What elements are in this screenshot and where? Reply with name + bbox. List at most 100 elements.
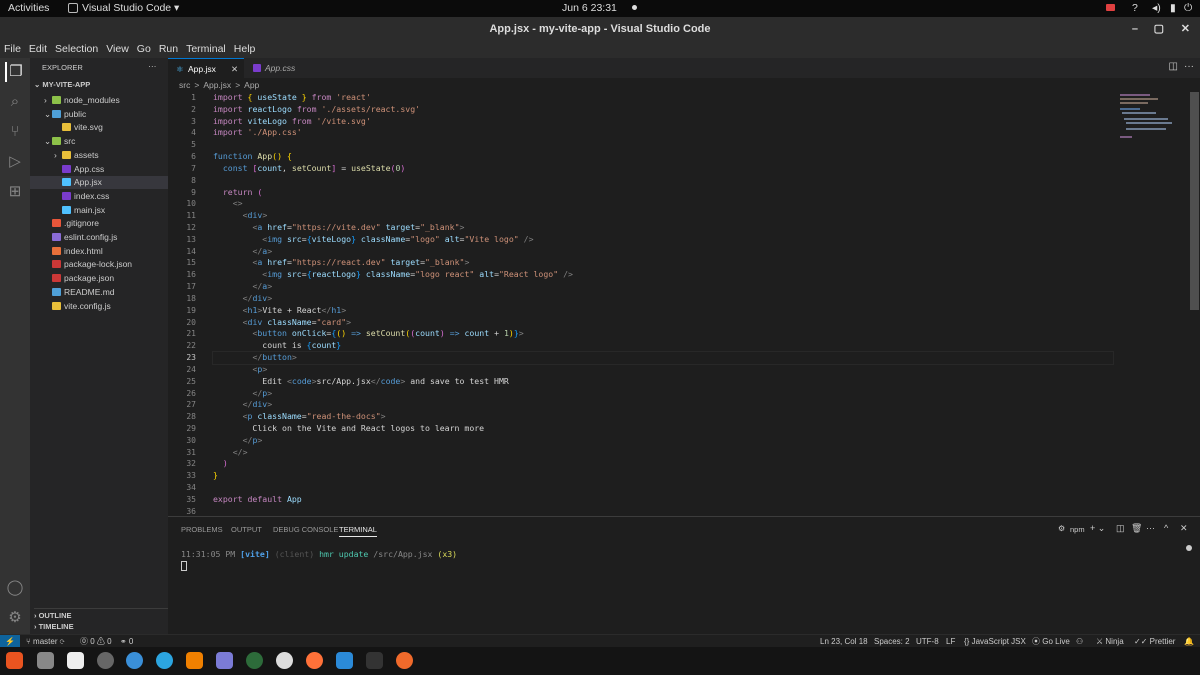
files-icon[interactable] — [37, 652, 54, 669]
vlc-icon[interactable] — [186, 652, 203, 669]
code-line[interactable]: return ( — [213, 187, 262, 199]
menu-view[interactable]: View — [102, 41, 133, 55]
tree-item-eslint-config-js[interactable]: eslint.config.js — [30, 231, 168, 244]
recording-icon[interactable] — [1106, 4, 1115, 11]
code-line[interactable]: </a> — [213, 281, 272, 293]
code-line[interactable]: <a href="https://vite.dev" target="_blan… — [213, 222, 464, 234]
tree-item-main-jsx[interactable]: main.jsx — [30, 204, 168, 217]
tab-app-css[interactable]: App.css — [245, 58, 323, 78]
terminal-cursor[interactable] — [181, 561, 187, 571]
terminal-app-icon[interactable] — [366, 652, 383, 669]
tree-item--gitignore[interactable]: .gitignore — [30, 217, 168, 230]
outline-section[interactable]: › OUTLINE — [34, 608, 168, 620]
terminal-list-icon[interactable] — [1186, 545, 1192, 551]
network-icon[interactable]: ? — [1132, 2, 1138, 14]
tree-item-index-html[interactable]: index.html — [30, 245, 168, 258]
code-line[interactable]: function App() { — [213, 151, 292, 163]
code-line[interactable]: </a> — [213, 246, 272, 258]
menu-edit[interactable]: Edit — [25, 41, 51, 55]
more-actions-icon[interactable]: ··· — [1146, 523, 1155, 533]
code-line[interactable]: <a href="https://react.dev" target="_bla… — [213, 257, 469, 269]
postman-icon[interactable] — [396, 652, 413, 669]
vscode-icon[interactable] — [336, 652, 353, 669]
split-terminal-icon[interactable]: ◫ — [1116, 523, 1125, 534]
panel-tab-terminal[interactable]: TERMINAL — [339, 525, 377, 537]
settings-gear-icon[interactable]: ⚙ — [5, 608, 25, 628]
tree-item-vite-config-js[interactable]: vite.config.js — [30, 300, 168, 313]
tree-item-public[interactable]: ⌄ public — [30, 108, 168, 121]
menu-go[interactable]: Go — [133, 41, 155, 55]
code-line[interactable]: count is {count} — [213, 340, 341, 352]
trash-icon[interactable]: 🗑 — [1131, 523, 1142, 534]
source-control-icon[interactable]: ⑂ — [5, 122, 25, 142]
code-line[interactable]: import { useState } from 'react' — [213, 92, 371, 104]
code-line[interactable]: <div className="card"> — [213, 317, 351, 329]
menu-help[interactable]: Help — [230, 41, 260, 55]
split-editor-icon[interactable]: ◫ — [1169, 61, 1178, 72]
panel-tab-problems[interactable]: PROBLEMS — [181, 525, 223, 534]
code-line[interactable]: <img src={viteLogo} className="logo" alt… — [213, 234, 533, 246]
panel-tab-output[interactable]: OUTPUT — [231, 525, 262, 534]
code-line[interactable]: <img src={reactLogo} className="logo rea… — [213, 269, 573, 281]
tree-item-index-css[interactable]: index.css — [30, 190, 168, 203]
code-line[interactable]: const [count, setCount] = useState(0) — [213, 163, 405, 175]
code-line[interactable]: ) — [213, 458, 228, 470]
menu-terminal[interactable]: Terminal — [182, 41, 230, 55]
menu-run[interactable]: Run — [155, 41, 182, 55]
ubuntu-icon[interactable] — [6, 652, 23, 669]
tree-item-vite-svg[interactable]: vite.svg — [30, 121, 168, 134]
breadcrumb-item[interactable]: App.jsx — [203, 80, 231, 90]
help-icon[interactable] — [126, 652, 143, 669]
code-line[interactable]: </p> — [213, 435, 263, 447]
firefox-icon[interactable] — [306, 652, 323, 669]
minimap[interactable] — [1118, 92, 1178, 140]
close-panel-icon[interactable]: ✕ — [1180, 523, 1188, 534]
code-line[interactable]: <> — [213, 198, 243, 210]
breadcrumb-item[interactable]: src — [179, 80, 190, 90]
maximize-panel-icon[interactable]: ^ — [1164, 523, 1168, 533]
app-icon[interactable] — [216, 652, 233, 669]
code-line[interactable]: import './App.css' — [213, 127, 302, 139]
minimize-button[interactable]: – — [1132, 17, 1138, 41]
tab-app-jsx[interactable]: ⚛ App.jsx ✕ — [168, 58, 244, 78]
tree-item-src[interactable]: ⌄ src — [30, 135, 168, 148]
tree-item-package-lock-json[interactable]: package-lock.json — [30, 258, 168, 271]
app-icon[interactable] — [246, 652, 263, 669]
more-actions-icon[interactable]: ··· — [1184, 61, 1194, 72]
app-menu[interactable]: Visual Studio Code ▾ — [82, 2, 179, 14]
maximize-button[interactable]: ▢ — [1154, 17, 1164, 41]
code-line[interactable]: export default App — [213, 494, 302, 506]
close-tab-icon[interactable]: ✕ — [231, 59, 238, 79]
code-line[interactable]: <p className="read-the-docs"> — [213, 411, 386, 423]
new-terminal-button[interactable]: + ⌄ — [1090, 523, 1105, 534]
code-line[interactable]: <div> — [213, 210, 268, 222]
volume-icon[interactable]: ◂) — [1152, 2, 1161, 14]
terminal-shell-name[interactable]: npm — [1070, 525, 1085, 534]
breadcrumb-item[interactable]: App — [244, 80, 259, 90]
tree-item-readme-md[interactable]: README.md — [30, 286, 168, 299]
panel-tab-debug-console[interactable]: DEBUG CONSOLE — [273, 525, 338, 534]
code-line[interactable]: </button> — [212, 351, 1114, 365]
battery-icon[interactable]: ▮ — [1170, 2, 1176, 14]
search-icon[interactable]: ⌕ — [5, 92, 25, 112]
extensions-icon[interactable]: ⊞ — [5, 182, 25, 202]
explorer-icon[interactable]: ❐ — [5, 62, 25, 82]
code-line[interactable]: Click on the Vite and React logos to lea… — [213, 423, 484, 435]
activities-button[interactable]: Activities — [8, 2, 49, 14]
tree-item-app-css[interactable]: App.css — [30, 163, 168, 176]
more-actions-icon[interactable]: ··· — [148, 61, 157, 71]
tree-item-assets[interactable]: › assets — [30, 149, 168, 162]
menu-selection[interactable]: Selection — [51, 41, 102, 55]
code-line[interactable]: } — [213, 470, 218, 482]
telegram-icon[interactable] — [156, 652, 173, 669]
close-button[interactable]: ✕ — [1181, 17, 1190, 41]
accounts-icon[interactable]: ◯ — [5, 578, 25, 598]
code-line[interactable]: <button onClick={() => setCount((count) … — [213, 328, 523, 340]
tree-item-package-json[interactable]: package.json — [30, 272, 168, 285]
workspace-root[interactable]: ⌄ MY-VITE-APP — [34, 80, 90, 89]
tree-item-node-modules[interactable]: › node_modules — [30, 94, 168, 107]
power-icon[interactable]: ⏻ — [1184, 2, 1192, 15]
code-line[interactable]: <h1>Vite + React</h1> — [213, 305, 347, 317]
text-editor-icon[interactable] — [67, 652, 84, 669]
code-line[interactable]: import viteLogo from '/vite.svg' — [213, 116, 371, 128]
